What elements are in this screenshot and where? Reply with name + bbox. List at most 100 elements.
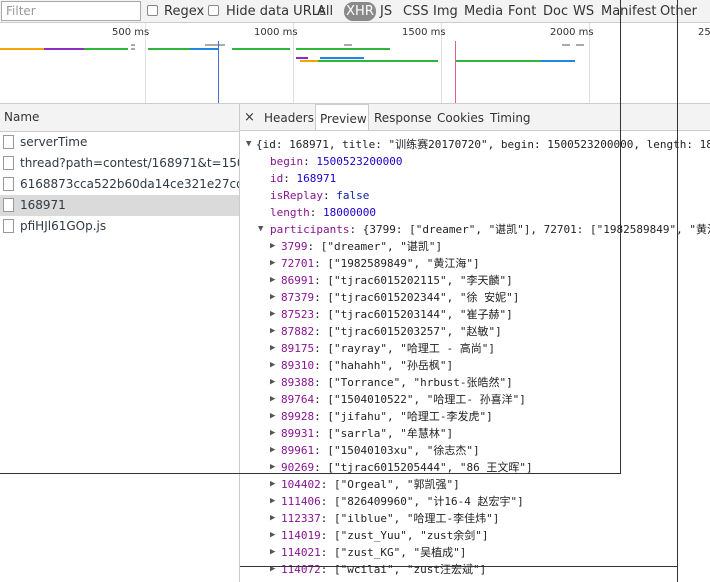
timeline-overview[interactable]: 500 ms 1000 ms 1500 ms 2000 ms 25: [0, 23, 710, 104]
tab-preview[interactable]: Preview: [315, 104, 369, 130]
tick-label: 1000 ms: [254, 27, 298, 38]
json-key: 114072: [281, 563, 321, 576]
collapsed-arrow-icon: ▶: [270, 445, 276, 455]
type-filter-xhr[interactable]: XHR: [344, 2, 376, 21]
name-column-header[interactable]: Name: [0, 104, 239, 132]
overlay-border: [0, 473, 621, 474]
request-row-selected[interactable]: 168971: [0, 195, 239, 216]
timeline-bar: [296, 57, 308, 59]
json-colon: :: [314, 274, 328, 287]
json-colon: :: [303, 155, 317, 168]
json-colon: :: [320, 529, 334, 542]
collapsed-arrow-icon: ▶: [270, 360, 276, 370]
json-value: ["jifahu", "哈理工-李发虎"]: [327, 410, 493, 423]
filter-input[interactable]: [1, 1, 141, 21]
json-value: ["tjrac6015202344", "徐 安妮"]: [327, 291, 520, 304]
timeline-bar: [205, 44, 225, 46]
json-colon: :: [314, 308, 328, 321]
json-value: ["tjrac6015203257", "赵敏"]: [327, 325, 502, 338]
json-key: 3799: [281, 240, 308, 253]
json-colon: :: [309, 206, 323, 219]
json-key: isReplay: [270, 189, 323, 202]
timeline-bar: [541, 60, 575, 62]
type-filter-other[interactable]: Other: [660, 0, 697, 23]
collapsed-arrow-icon: ▶: [270, 513, 276, 523]
request-row[interactable]: thread?path=contest/168971&t=1500...: [0, 153, 239, 174]
json-value: ["rayray", "哈理工 - 高尚"]: [327, 342, 495, 355]
collapsed-arrow-icon: ▶: [270, 479, 276, 489]
json-key: 89961: [281, 444, 315, 457]
type-filter-js[interactable]: JS: [380, 0, 392, 23]
regex-label: Regex: [164, 4, 205, 19]
json-colon: :: [314, 376, 328, 389]
json-key: 111406: [281, 495, 321, 508]
overlay-border: [620, 0, 621, 474]
json-colon: :: [314, 410, 328, 423]
timeline-bar: [131, 44, 135, 46]
tick-label: 500 ms: [112, 27, 150, 38]
timeline-bar: [131, 48, 135, 50]
type-filter-manifest[interactable]: Manifest: [601, 0, 656, 23]
close-icon[interactable]: ×: [244, 104, 255, 132]
json-key: 89310: [281, 359, 315, 372]
request-name: thread?path=contest/168971&t=1500...: [20, 156, 239, 170]
json-value: ["hahahh", "孙岳枫"]: [327, 359, 454, 372]
type-filter-all[interactable]: All: [317, 0, 333, 23]
json-colon: :: [320, 495, 334, 508]
json-key: 114019: [281, 529, 321, 542]
request-name: serverTime: [20, 135, 88, 149]
tab-cookies[interactable]: Cookies: [437, 104, 484, 130]
expanded-arrow-icon: ▼: [246, 139, 252, 149]
request-row[interactable]: serverTime: [0, 132, 239, 153]
json-field-row: length: 18000000: [270, 204, 376, 221]
timeline-bar: [562, 44, 570, 46]
type-filter-font[interactable]: Font: [508, 0, 536, 23]
type-filter-css[interactable]: CSS: [403, 0, 429, 23]
json-value: ["tjrac6015203144", "崔子赫"]: [327, 308, 513, 321]
tab-headers[interactable]: Headers: [264, 104, 314, 130]
json-field-row: id: 168971: [270, 170, 336, 187]
json-key: 112337: [281, 512, 321, 525]
overlay-border: [240, 566, 678, 567]
hide-data-urls-checkbox[interactable]: [208, 5, 219, 16]
regex-checkbox[interactable]: [147, 5, 158, 16]
expanded-arrow-icon: ▼: [258, 224, 264, 234]
type-filter-img[interactable]: Img: [433, 0, 458, 23]
json-colon: :: [320, 512, 334, 525]
json-value: ["wcilai", "zust汪宏斌"]: [334, 563, 487, 576]
json-key: 89931: [281, 427, 315, 440]
tab-response[interactable]: Response: [374, 104, 432, 130]
filter-bar: Regex Hide data URLs All XHR JS CSS Img …: [0, 0, 710, 23]
collapsed-arrow-icon: ▶: [270, 530, 276, 540]
json-key: 89388: [281, 376, 315, 389]
json-key: length: [270, 206, 310, 219]
type-filter-ws[interactable]: WS: [573, 0, 594, 23]
type-filter-media[interactable]: Media: [464, 0, 503, 23]
tick-label: 25: [698, 27, 710, 38]
json-value: ["826409960", "计16-4 赵宏宇"]: [334, 495, 524, 508]
json-key: 87379: [281, 291, 315, 304]
json-key: begin: [270, 155, 304, 168]
json-root-summary: {id: 168971, title: "训练赛20170720", begin…: [256, 138, 710, 151]
collapsed-arrow-icon: ▶: [270, 411, 276, 421]
json-value: 18000000: [323, 206, 376, 219]
request-row[interactable]: pfiHJl61GOp.js: [0, 216, 239, 237]
collapsed-arrow-icon: ▶: [270, 428, 276, 438]
collapsed-arrow-icon: ▶: [270, 275, 276, 285]
request-row[interactable]: 6168873cca522b60da14ce321e27cdd9: [0, 174, 239, 195]
collapsed-arrow-icon: ▶: [270, 394, 276, 404]
json-value: ["zust_KG", "吴植成"]: [334, 546, 467, 559]
json-key: participants: [270, 223, 350, 236]
tab-timing[interactable]: Timing: [490, 104, 531, 130]
json-key: 87882: [281, 325, 315, 338]
json-key: 72701: [281, 257, 315, 270]
json-value: ["Orgeal", "郭凯强"]: [334, 478, 460, 491]
type-filter-doc[interactable]: Doc: [543, 0, 568, 23]
timeline-bar: [300, 60, 318, 62]
timeline-bar: [576, 44, 584, 46]
json-colon: :: [314, 444, 328, 457]
collapsed-arrow-icon: ▶: [270, 309, 276, 319]
json-colon: :: [314, 291, 328, 304]
json-colon: :: [314, 393, 328, 406]
request-name: 6168873cca522b60da14ce321e27cdd9: [20, 177, 239, 191]
